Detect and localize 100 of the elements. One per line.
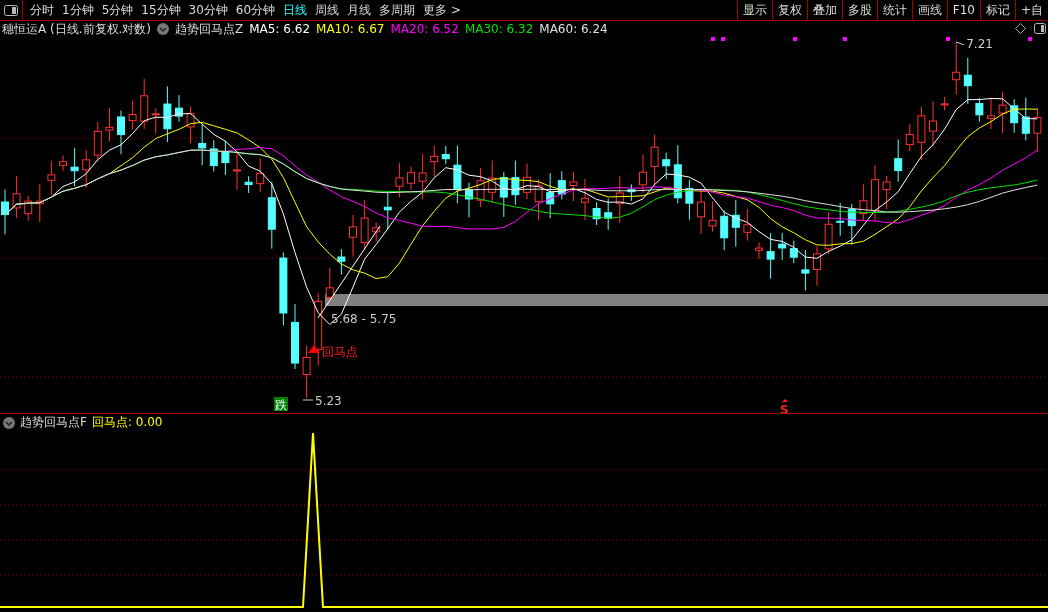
- candlestick: [546, 172, 555, 219]
- candlestick: [987, 98, 995, 130]
- candlestick: [905, 123, 914, 152]
- candlestick: [743, 208, 752, 242]
- period-tab[interactable]: 15分钟: [137, 0, 185, 20]
- candlestick: [569, 171, 578, 202]
- candlestick: [673, 144, 682, 204]
- candlestick: [882, 175, 891, 210]
- candlestick: [592, 201, 601, 226]
- candlestick: [685, 179, 694, 221]
- period-tab[interactable]: 多周期: [375, 0, 420, 20]
- panel-toggle-icon[interactable]: [4, 4, 18, 16]
- candlestick: [24, 195, 33, 222]
- candlestick: [789, 240, 798, 264]
- candlestick: [430, 145, 439, 178]
- candlestick: [615, 175, 624, 224]
- candlestick: [221, 140, 230, 176]
- period-tab[interactable]: 月线: [343, 0, 376, 20]
- candlestick: [140, 78, 149, 130]
- candlestick: [256, 157, 265, 193]
- ma-value: MA30: 6.32: [464, 22, 534, 36]
- price-label: 7.21: [966, 37, 993, 51]
- candlestick: [407, 166, 415, 191]
- chevron-circle-icon[interactable]: [3, 416, 15, 429]
- chart-title: 穗恒运A (日线.前复权.对数): [2, 20, 151, 38]
- candlestick: [128, 100, 137, 131]
- candlestick: [198, 123, 207, 166]
- candlestick: [859, 183, 868, 222]
- candlestick: [302, 345, 311, 399]
- candlestick: [349, 214, 357, 257]
- candlestick: [557, 170, 566, 200]
- candlestick: [209, 139, 218, 172]
- candlestick: [291, 303, 299, 370]
- candlestick: [47, 160, 56, 196]
- ma-value: MA60: 6.24: [539, 22, 608, 36]
- period-tab[interactable]: 30分钟: [184, 0, 232, 20]
- candlestick: [766, 232, 775, 280]
- candlestick: [59, 154, 67, 172]
- diamond-icon[interactable]: [1015, 23, 1026, 34]
- period-tab[interactable]: 5分钟: [97, 0, 138, 20]
- candlestick: [963, 57, 972, 105]
- chevron-circle-icon[interactable]: [157, 23, 169, 35]
- candlestick: [105, 107, 114, 142]
- candlestick: [871, 164, 879, 221]
- candlestick: [163, 85, 172, 143]
- candlestick: [372, 221, 381, 242]
- candlestick: [511, 160, 520, 206]
- candlestick: [1010, 98, 1019, 134]
- period-tab[interactable]: 1分钟: [58, 0, 98, 20]
- candlestick: [233, 150, 241, 191]
- candlestick: [383, 190, 392, 231]
- candlestick: [12, 175, 21, 219]
- candlestick: [894, 139, 903, 183]
- indicator-name[interactable]: 趋势回马点Z: [175, 20, 244, 38]
- candlestick: [186, 106, 195, 144]
- period-tab[interactable]: 日线: [279, 0, 312, 20]
- price-label: 5.23: [315, 394, 342, 408]
- candlestick: [998, 91, 1007, 134]
- ma-value: MA20: 6.52: [390, 22, 459, 36]
- indicator-value: 回马点: 0.00: [91, 414, 163, 431]
- period-tab[interactable]: 周线: [311, 0, 344, 20]
- candlestick: [395, 162, 404, 198]
- candlestick: [975, 97, 984, 123]
- ma-value: MA10: 6.67: [316, 22, 385, 36]
- candlestick: [917, 106, 926, 161]
- candlestick: [1033, 107, 1042, 153]
- candlestick: [708, 200, 717, 233]
- fall-badge: 跌: [274, 397, 288, 412]
- candlestick: [453, 145, 462, 204]
- candlestick: [929, 100, 937, 147]
- candlestick: [70, 147, 79, 187]
- candlestick: [488, 159, 497, 204]
- candlestick: [813, 245, 821, 287]
- candlestick: [836, 202, 845, 237]
- candlestick: [175, 94, 183, 123]
- indicator-name[interactable]: 趋势回马点F: [20, 414, 87, 431]
- candlestick: [441, 145, 450, 165]
- candlestick: [1, 188, 9, 235]
- signal-label: 回马点: [322, 345, 358, 359]
- candlestick: [778, 232, 787, 261]
- candlestick: [847, 203, 856, 246]
- period-tab[interactable]: 60分钟: [231, 0, 280, 20]
- candlestick: [940, 96, 949, 111]
- triangle-icon: [308, 345, 320, 353]
- candlestick: [581, 178, 589, 221]
- panel-toggle-icon[interactable]: [1034, 23, 1046, 34]
- candlestick: [82, 149, 91, 189]
- period-tab[interactable]: 更多 >: [419, 0, 465, 20]
- candlestick: [499, 171, 508, 218]
- candlestick: [534, 178, 543, 221]
- candlestick: [824, 211, 833, 255]
- candlestick: [952, 41, 961, 95]
- candlestick: [755, 241, 763, 260]
- candlestick: [604, 198, 613, 231]
- candlestick: [244, 175, 253, 194]
- candlestick: [418, 153, 427, 200]
- candlestick: [731, 199, 740, 248]
- candlestick: [720, 209, 729, 251]
- candlestick: [523, 163, 531, 200]
- period-tab[interactable]: 分时: [26, 0, 58, 20]
